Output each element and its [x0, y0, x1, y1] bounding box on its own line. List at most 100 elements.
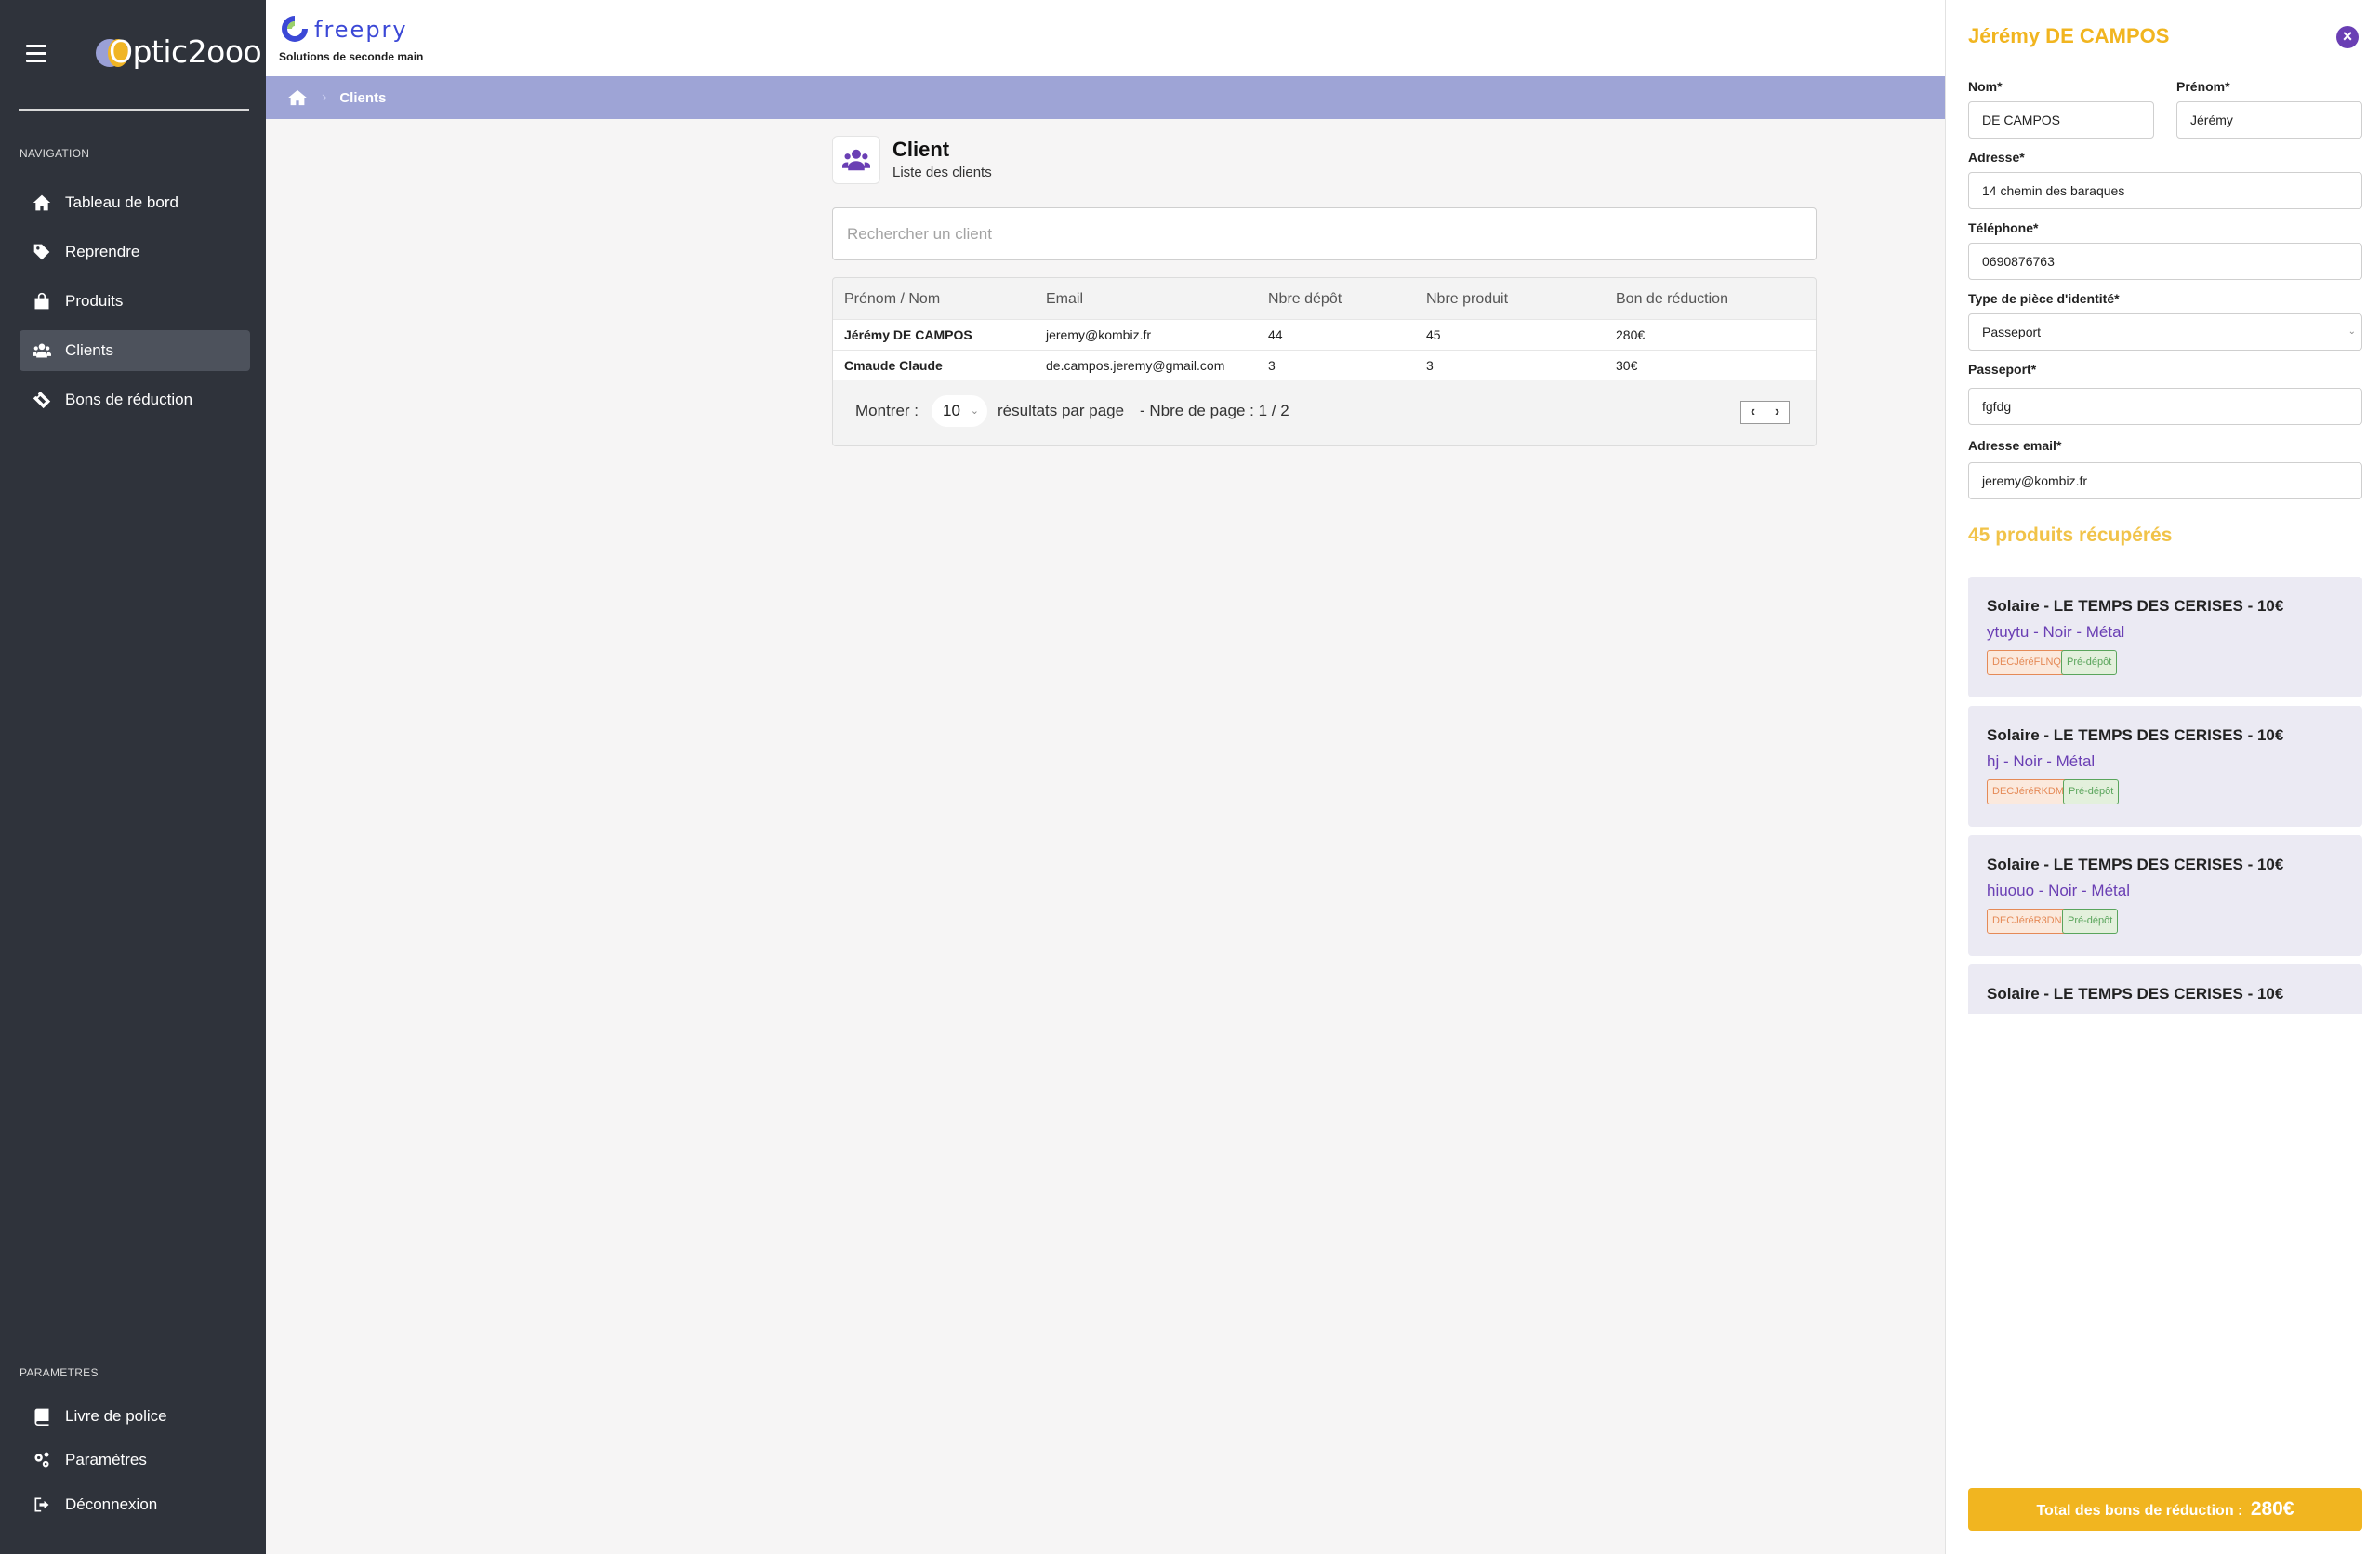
show-label: Montrer :	[855, 402, 919, 419]
shopping-bag-icon	[34, 292, 49, 310]
gears-icon	[34, 1452, 49, 1468]
panel-title: Jérémy DE CAMPOS	[1968, 24, 2170, 47]
sidebar-item-produits[interactable]: Produits	[20, 281, 250, 322]
column-header-name[interactable]: Prénom / Nom	[844, 291, 940, 308]
client-name: Jérémy DE CAMPOS	[844, 327, 972, 342]
product-ref-badge: DECJéréRKDM	[1987, 779, 2070, 804]
home-icon[interactable]	[288, 89, 307, 106]
next-page-button[interactable]: ›	[1765, 401, 1790, 424]
product-title: Solaire - LE TEMPS DES CERISES - 10€	[1987, 985, 2284, 1003]
product-subtitle: hj - Noir - Métal	[1987, 752, 2096, 770]
home-icon	[33, 194, 51, 211]
users-icon	[842, 149, 870, 171]
total-value: 280€	[2250, 1498, 2294, 1520]
status-badge: Pré-dépôt	[2061, 650, 2118, 675]
client-search-input[interactable]	[832, 207, 1817, 260]
table-row[interactable]: Jérémy DE CAMPOS jeremy@kombiz.fr 44 45 …	[833, 319, 1816, 350]
sign-out-icon	[34, 1497, 49, 1512]
prenom-input[interactable]: Jérémy	[2176, 101, 2362, 139]
client-detail-panel: Jérémy DE CAMPOS × Nom* DE CAMPOS Prénom…	[1945, 0, 2380, 1554]
sidebar-item-label: Produits	[65, 292, 124, 310]
sidebar-item-bons-de-reduction[interactable]: Bons de réduction	[20, 379, 250, 420]
email-input[interactable]: jeremy@kombiz.fr	[1968, 462, 2362, 499]
adresse-input[interactable]: 14 chemin des baraques	[1968, 172, 2362, 209]
product-card[interactable]: Solaire - LE TEMPS DES CERISES - 10€ ytu…	[1968, 577, 2362, 697]
nom-label: Nom*	[1968, 79, 2003, 94]
piece-type-label: Type de pièce d'identité*	[1968, 291, 2120, 306]
client-deposits: 44	[1268, 327, 1283, 342]
page-title: Client	[892, 138, 950, 161]
prenom-label: Prénom*	[2176, 79, 2230, 94]
table-pagination: Montrer : 10 ⌄ résultats par page - Nbre…	[833, 380, 1816, 445]
client-email: jeremy@kombiz.fr	[1046, 327, 1152, 342]
client-voucher: 280€	[1616, 327, 1646, 342]
column-header-email[interactable]: Email	[1046, 291, 1083, 308]
nom-input[interactable]: DE CAMPOS	[1968, 101, 2154, 139]
freepry-logo-icon	[282, 16, 308, 42]
per-page-label: résultats par page	[998, 402, 1125, 419]
status-badge: Pré-dépôt	[2062, 909, 2119, 934]
table-header: Prénom / Nom Email Nbre dépôt Nbre produ…	[833, 278, 1816, 319]
adresse-label: Adresse*	[1968, 150, 2025, 165]
status-badge: Pré-dépôt	[2063, 779, 2120, 804]
column-header-voucher[interactable]: Bon de réduction	[1616, 291, 1728, 308]
prev-page-button[interactable]: ‹	[1740, 401, 1765, 424]
piece-type-select[interactable]: Passeport ⌄	[1968, 313, 2362, 351]
client-products: 3	[1426, 358, 1434, 373]
menu-icon[interactable]	[26, 45, 46, 63]
product-card[interactable]: Solaire - LE TEMPS DES CERISES - 10€	[1968, 964, 2362, 1014]
sidebar-divider	[19, 109, 249, 111]
sidebar-item-livre-de-police[interactable]: Livre de police	[20, 1396, 250, 1437]
sidebar-item-reprendre[interactable]: Reprendre	[20, 232, 250, 272]
per-page-select[interactable]: 10 ⌄	[932, 395, 987, 427]
email-label: Adresse email*	[1968, 438, 2062, 453]
chevron-down-icon: ⌄	[2347, 326, 2356, 337]
tag-icon	[33, 244, 50, 260]
sidebar-item-dashboard[interactable]: Tableau de bord	[20, 182, 250, 223]
client-email: de.campos.jeremy@gmail.com	[1046, 358, 1225, 373]
product-card[interactable]: Solaire - LE TEMPS DES CERISES - 10€ hiu…	[1968, 835, 2362, 956]
close-icon[interactable]: ×	[2336, 26, 2359, 48]
sidebar-item-label: Bons de réduction	[65, 391, 193, 408]
brand-name: freepry	[314, 17, 408, 43]
telephone-input[interactable]: 0690876763	[1968, 243, 2362, 280]
column-header-deposits[interactable]: Nbre dépôt	[1268, 291, 1342, 308]
optic2000-logo: Optic2ooo	[96, 33, 262, 74]
sidebar-item-label: Reprendre	[65, 243, 140, 260]
client-products: 45	[1426, 327, 1441, 342]
sidebar-item-label: Paramètres	[65, 1451, 147, 1468]
total-label: Total des bons de réduction :	[2036, 1503, 2243, 1519]
passeport-input[interactable]: fgfdg	[1968, 388, 2362, 425]
breadcrumb-current[interactable]: Clients	[339, 90, 386, 106]
product-title: Solaire - LE TEMPS DES CERISES - 10€	[1987, 597, 2284, 615]
book-icon	[34, 1408, 49, 1426]
passeport-label: Passeport*	[1968, 362, 2037, 377]
table-row[interactable]: Cmaude Claude de.campos.jeremy@gmail.com…	[833, 350, 1816, 380]
product-title: Solaire - LE TEMPS DES CERISES - 10€	[1987, 856, 2284, 873]
section-title-parametres: PARAMETRES	[20, 1366, 99, 1379]
sidebar-item-label: Livre de police	[65, 1407, 167, 1425]
chevron-down-icon: ⌄	[970, 405, 979, 417]
chevron-right-icon: ›	[322, 89, 327, 105]
piece-type-value: Passeport	[1982, 325, 2042, 339]
telephone-label: Téléphone*	[1968, 220, 2039, 235]
ticket-icon	[33, 391, 51, 409]
top-header: freepry Solutions de seconde main	[266, 0, 1945, 76]
sidebar-item-deconnexion[interactable]: Déconnexion	[20, 1484, 250, 1525]
sidebar-item-label: Déconnexion	[65, 1495, 158, 1513]
column-header-products[interactable]: Nbre produit	[1426, 291, 1508, 308]
sidebar-item-label: Tableau de bord	[65, 193, 178, 211]
page-subtitle: Liste des clients	[892, 165, 992, 180]
brand-tagline: Solutions de seconde main	[279, 50, 424, 63]
sidebar-item-label: Clients	[65, 341, 113, 359]
sidebar-item-parametres[interactable]: Paramètres	[20, 1440, 250, 1481]
per-page-value: 10	[943, 402, 960, 419]
breadcrumb: › Clients	[266, 76, 1945, 119]
section-title-navigation: NAVIGATION	[20, 147, 90, 160]
product-title: Solaire - LE TEMPS DES CERISES - 10€	[1987, 726, 2284, 744]
sidebar-item-clients[interactable]: Clients	[20, 330, 250, 371]
client-voucher: 30€	[1616, 358, 1638, 373]
product-card[interactable]: Solaire - LE TEMPS DES CERISES - 10€ hj …	[1968, 706, 2362, 827]
total-vouchers-button[interactable]: Total des bons de réduction : 280€	[1968, 1488, 2362, 1531]
clients-page-icon	[832, 136, 880, 184]
